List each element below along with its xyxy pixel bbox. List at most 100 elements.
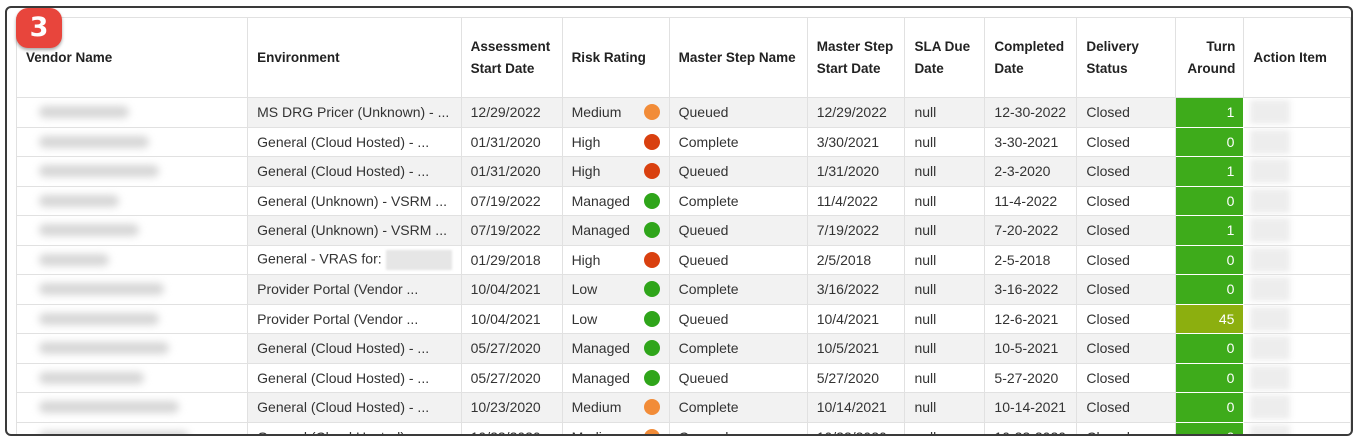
environment-cell[interactable]: General (Cloud Hosted) - ... (247, 333, 462, 364)
table-row[interactable]: MS DRG Pricer (Unknown) - ... 12/29/2022 M… (15, 97, 1351, 128)
vendor-name-cell[interactable] (15, 156, 249, 187)
redacted-action-item (1250, 277, 1291, 302)
redacted-vendor-name (39, 165, 159, 178)
col-header-master-step-start-date[interactable]: Master Step Start Date (806, 17, 906, 98)
action-item-cell[interactable] (1243, 392, 1351, 423)
table-row[interactable]: General (Cloud Hosted) - ... 01/31/2020 Hi… (15, 126, 1351, 157)
col-header-risk-rating[interactable]: Risk Rating (561, 17, 670, 98)
action-item-cell[interactable] (1243, 421, 1351, 434)
environment-cell[interactable]: General (Cloud Hosted) ... (247, 421, 462, 434)
vendor-name-cell[interactable] (15, 126, 249, 157)
vendor-name-cell[interactable] (15, 392, 249, 423)
sla-due-date-cell: null (904, 303, 986, 334)
action-item-cell[interactable] (1243, 274, 1351, 305)
environment-cell[interactable]: General (Cloud Hosted) - ... (247, 126, 462, 157)
col-header-master-step-name[interactable]: Master Step Name (668, 17, 808, 98)
redacted-action-item (1250, 424, 1291, 434)
sla-due-date-cell: null (904, 215, 986, 246)
risk-rating-cell: Low (561, 274, 670, 305)
turn-around-cell: 0 (1175, 126, 1245, 157)
environment-cell[interactable]: General (Cloud Hosted) - ... (247, 362, 462, 393)
col-header-label: Around (1187, 60, 1236, 76)
environment-cell[interactable]: General (Unknown) - VSRM ... (247, 185, 462, 216)
vendor-name-cell[interactable] (15, 303, 249, 334)
col-header-assessment-start-date[interactable]: Assessment Start Date (460, 17, 563, 98)
table-row[interactable]: General (Unknown) - VSRM ... 07/19/2022 Ma… (15, 215, 1351, 246)
completed-date-cell: 11-4-2022 (984, 185, 1078, 216)
table-body: MS DRG Pricer (Unknown) - ... 12/29/2022 M… (15, 97, 1351, 434)
col-header-label: Environment (257, 49, 340, 65)
sla-due-date-cell: null (904, 244, 986, 275)
turn-around-cell: 1 (1175, 156, 1245, 187)
col-header-completed-date[interactable]: Completed Date (984, 17, 1078, 98)
sla-due-date-cell: null (904, 333, 986, 364)
turn-around-cell: 1 (1175, 97, 1245, 128)
environment-cell[interactable]: General (Cloud Hosted) - ... (247, 156, 462, 187)
redacted-vendor-name (39, 194, 119, 207)
turn-around-cell: 0 (1175, 333, 1245, 364)
col-header-action-item[interactable]: Action Item (1243, 17, 1351, 98)
vendor-name-cell[interactable] (15, 274, 249, 305)
table-row[interactable]: General (Cloud Hosted) - ... 05/27/2020 Ma… (15, 333, 1351, 364)
environment-text: General (Cloud Hosted) ... (257, 429, 420, 434)
risk-rating-text: High (571, 133, 601, 150)
action-item-cell[interactable] (1243, 303, 1351, 334)
table-row[interactable]: General (Cloud Hosted) ... 10/23/2020 Medi… (15, 421, 1351, 434)
environment-cell[interactable]: General (Cloud Hosted) - ... (247, 392, 462, 423)
action-item-cell[interactable] (1243, 185, 1351, 216)
action-item-cell[interactable] (1243, 362, 1351, 393)
table-header-row: Vendor Name Environment Assessment Start … (15, 17, 1351, 98)
completed-date-cell: 10-5-2021 (984, 333, 1078, 364)
action-item-cell[interactable] (1243, 126, 1351, 157)
redacted-action-item (1250, 395, 1291, 420)
completed-date-cell: 12-6-2021 (984, 303, 1078, 334)
table-row[interactable]: General (Cloud Hosted) - ... 05/27/2020 Ma… (15, 362, 1351, 393)
delivery-status-cell: Closed (1076, 333, 1177, 364)
environment-text: General (Cloud Hosted) - ... (257, 399, 430, 416)
environment-cell[interactable]: MS DRG Pricer (Unknown) - ... (247, 97, 462, 128)
vendor-name-cell[interactable] (15, 215, 249, 246)
master-step-name-cell: Complete (668, 126, 808, 157)
completed-date-cell: 12-30-2022 (984, 97, 1078, 128)
col-header-turn-around[interactable]: Turn Around (1175, 17, 1245, 98)
delivery-status-cell: Closed (1076, 303, 1177, 334)
vendor-name-cell[interactable] (15, 421, 249, 434)
table-row[interactable]: General - VRAS for: 01/29/2018 High Queued 2… (15, 244, 1351, 275)
vendor-name-cell[interactable] (15, 333, 249, 364)
action-item-cell[interactable] (1243, 215, 1351, 246)
sla-due-date-cell: null (904, 421, 986, 434)
action-item-cell[interactable] (1243, 156, 1351, 187)
redacted-action-item (1250, 100, 1291, 125)
environment-cell[interactable]: Provider Portal (Vendor ... (247, 274, 462, 305)
vendor-name-cell[interactable] (15, 244, 249, 275)
table-row[interactable]: General (Cloud Hosted) - ... 01/31/2020 Hi… (15, 156, 1351, 187)
col-header-delivery-status[interactable]: Delivery Status (1076, 17, 1177, 98)
action-item-cell[interactable] (1243, 244, 1351, 275)
environment-cell[interactable]: General (Unknown) - VSRM ... (247, 215, 462, 246)
delivery-status-cell: Closed (1076, 126, 1177, 157)
assessment-start-date-cell: 05/27/2020 (460, 333, 563, 364)
col-header-label: Completed (994, 38, 1065, 54)
environment-cell[interactable]: General - VRAS for: (247, 244, 462, 275)
environment-cell[interactable]: Provider Portal (Vendor ... (247, 303, 462, 334)
vendor-name-cell[interactable] (15, 362, 249, 393)
assessment-start-date-cell: 10/23/2020 (460, 392, 563, 423)
assessment-start-date-cell: 10/23/2020 (460, 421, 563, 434)
col-header-label: Action Item (1253, 49, 1327, 65)
master-step-name-cell: Queued (668, 421, 808, 434)
master-step-start-date-cell: 3/16/2022 (806, 274, 906, 305)
assessment-start-date-cell: 01/31/2020 (460, 156, 563, 187)
col-header-sla-due-date[interactable]: SLA Due Date (904, 17, 986, 98)
sla-due-date-cell: null (904, 362, 986, 393)
vendor-name-cell[interactable] (15, 185, 249, 216)
vendor-name-cell[interactable] (15, 97, 249, 128)
table-row[interactable]: Provider Portal (Vendor ... 10/04/2021 Low… (15, 303, 1351, 334)
table-row[interactable]: General (Cloud Hosted) - ... 10/23/2020 Me… (15, 392, 1351, 423)
table-row[interactable]: Provider Portal (Vendor ... 10/04/2021 Low… (15, 274, 1351, 305)
table-row[interactable]: General (Unknown) - VSRM ... 07/19/2022 Ma… (15, 185, 1351, 216)
action-item-cell[interactable] (1243, 97, 1351, 128)
assessment-start-date-cell: 01/31/2020 (460, 126, 563, 157)
action-item-cell[interactable] (1243, 333, 1351, 364)
risk-rating-cell: Managed (561, 185, 670, 216)
col-header-environment[interactable]: Environment (247, 17, 462, 98)
